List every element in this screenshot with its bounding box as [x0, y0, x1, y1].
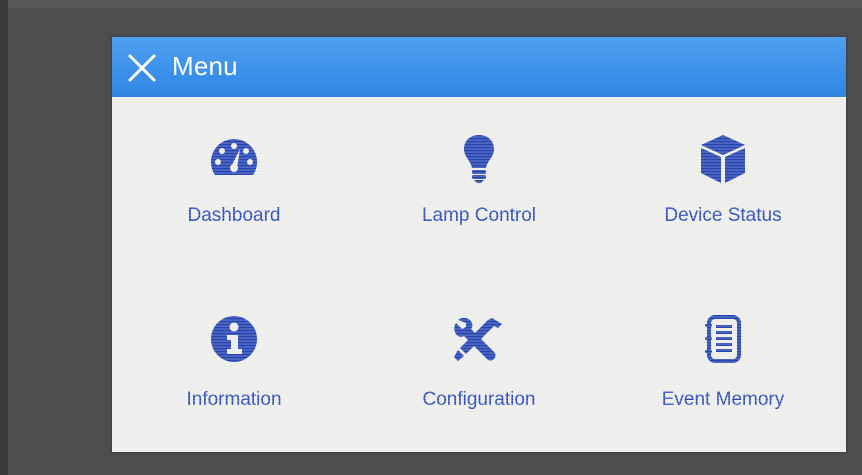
menu-item-label: Dashboard: [187, 205, 281, 226]
menu-header: Menu: [112, 37, 846, 97]
menu-item-label: Device Status: [664, 205, 782, 226]
menu-item-label: Event Memory: [661, 389, 785, 410]
notebook-icon: [697, 313, 749, 365]
info-circle-icon: [208, 313, 260, 365]
close-icon: [128, 54, 156, 82]
device-bezel-left: [0, 0, 8, 475]
menu-item-configuration[interactable]: Configuration: [379, 313, 579, 423]
tools-icon: [453, 313, 505, 365]
menu-item-event-memory[interactable]: Event Memory: [623, 313, 823, 423]
touch-screen: Menu Dashboard Lamp Control Device Statu…: [112, 37, 846, 452]
gauge-icon: [208, 133, 260, 185]
menu-item-information[interactable]: Information: [134, 313, 334, 423]
menu-title: Menu: [172, 51, 238, 81]
menu-item-lamp-control[interactable]: Lamp Control: [379, 133, 579, 243]
device-bezel-top: [0, 0, 862, 8]
menu-item-label: Information: [186, 389, 282, 410]
menu-item-dashboard[interactable]: Dashboard: [134, 133, 334, 243]
menu-item-label: Configuration: [422, 389, 536, 410]
close-menu-button[interactable]: [126, 52, 158, 84]
menu-item-label: Lamp Control: [421, 205, 537, 226]
cube-icon: [697, 133, 749, 185]
menu-item-device-status[interactable]: Device Status: [623, 133, 823, 243]
lightbulb-icon: [453, 133, 505, 185]
